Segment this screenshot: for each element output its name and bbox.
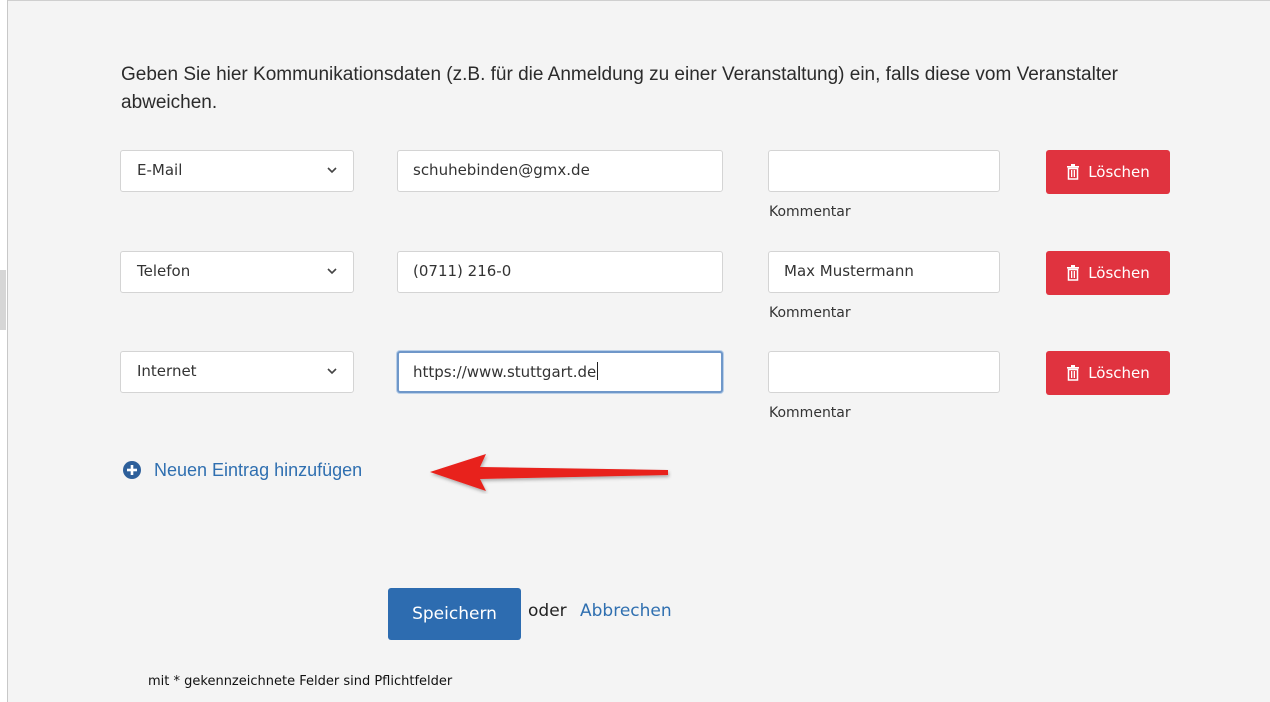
or-text: oder bbox=[528, 601, 567, 621]
chevron-down-icon bbox=[327, 167, 337, 174]
comment-label: Kommentar bbox=[769, 305, 851, 321]
comment-label: Kommentar bbox=[769, 405, 851, 421]
delete-button-label: Löschen bbox=[1088, 264, 1150, 282]
top-border bbox=[0, 0, 1270, 8]
type-select-value: Telefon bbox=[137, 262, 191, 280]
value-input-text: schuhebinden@gmx.de bbox=[413, 161, 590, 179]
value-input-text: (0711) 216-0 bbox=[413, 262, 512, 280]
save-button[interactable]: Speichern bbox=[388, 588, 521, 640]
value-input-text: https://www.stuttgart.de bbox=[413, 363, 597, 381]
delete-button[interactable]: Löschen bbox=[1046, 351, 1170, 395]
value-input[interactable]: (0711) 216-0 bbox=[397, 251, 723, 293]
text-caret bbox=[597, 362, 599, 380]
entry-row-email: E-Mail schuhebinden@gmx.de Kommentar Lös… bbox=[0, 150, 1270, 230]
trash-icon bbox=[1067, 164, 1080, 180]
entry-row-internet: Internet https://www.stuttgart.de Kommen… bbox=[0, 351, 1270, 431]
type-select[interactable]: Internet bbox=[120, 351, 354, 393]
type-select-value: E-Mail bbox=[137, 161, 183, 179]
required-fields-note: mit * gekennzeichnete Felder sind Pflich… bbox=[148, 674, 453, 689]
comment-input[interactable] bbox=[768, 351, 1000, 393]
trash-icon bbox=[1067, 365, 1080, 381]
chevron-down-icon bbox=[327, 268, 337, 275]
type-select[interactable]: Telefon bbox=[120, 251, 354, 293]
delete-button-label: Löschen bbox=[1088, 364, 1150, 382]
trash-icon bbox=[1067, 265, 1080, 281]
entry-row-phone: Telefon (0711) 216-0 Max Mustermann Komm… bbox=[0, 251, 1270, 331]
delete-button[interactable]: Löschen bbox=[1046, 150, 1170, 194]
type-select-value: Internet bbox=[137, 362, 197, 380]
value-input[interactable]: schuhebinden@gmx.de bbox=[397, 150, 723, 192]
chevron-down-icon bbox=[327, 368, 337, 375]
comment-input[interactable]: Max Mustermann bbox=[768, 251, 1000, 293]
comment-label: Kommentar bbox=[769, 204, 851, 220]
add-entry-label: Neuen Eintrag hinzufügen bbox=[154, 459, 363, 480]
value-input[interactable]: https://www.stuttgart.de bbox=[397, 351, 723, 393]
delete-button[interactable]: Löschen bbox=[1046, 251, 1170, 295]
delete-button-label: Löschen bbox=[1088, 163, 1150, 181]
type-select[interactable]: E-Mail bbox=[120, 150, 354, 192]
plus-circle-icon bbox=[123, 461, 141, 479]
cancel-link[interactable]: Abbrechen bbox=[580, 601, 672, 621]
add-entry-link[interactable]: Neuen Eintrag hinzufügen bbox=[122, 457, 362, 483]
comment-input-text: Max Mustermann bbox=[784, 262, 914, 280]
comment-input[interactable] bbox=[768, 150, 1000, 192]
intro-text: Geben Sie hier Kommunikationsdaten (z.B.… bbox=[121, 64, 1118, 113]
red-arrow-annotation bbox=[430, 454, 668, 491]
